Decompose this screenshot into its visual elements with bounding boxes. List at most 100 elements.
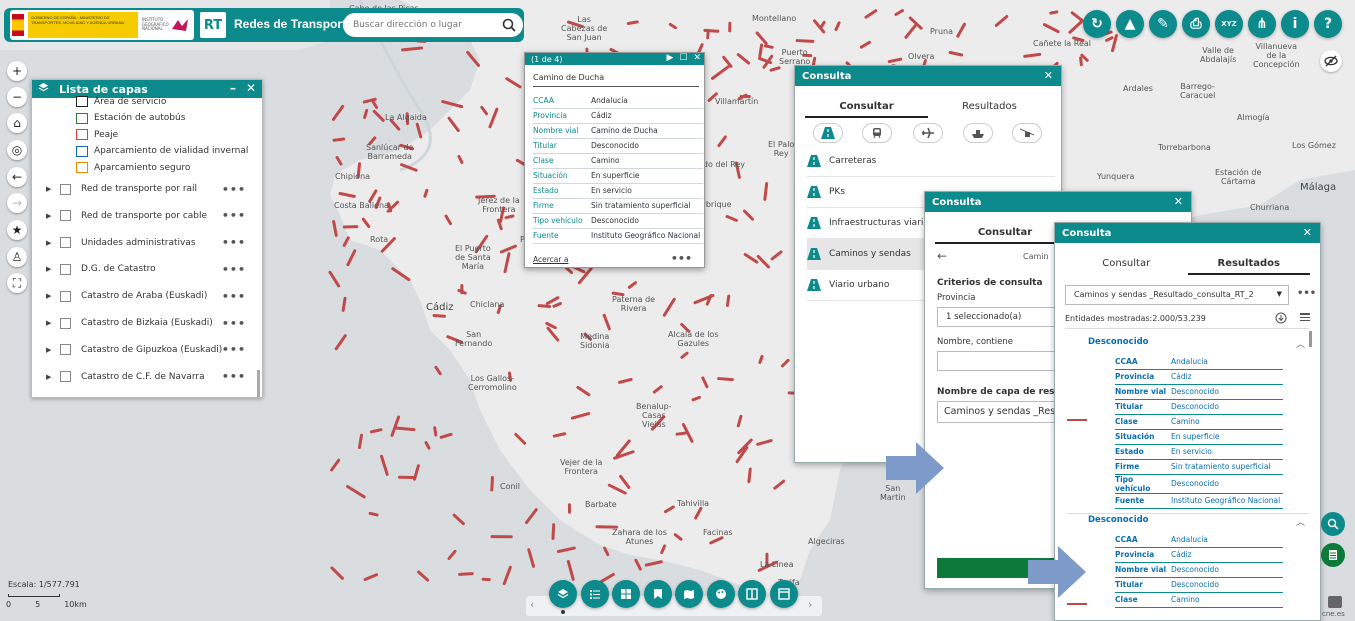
result-group[interactable]: Desconocido ︿ CCAA Andalucía Provincia Cádiz N… <box>1067 515 1309 608</box>
layer-checkbox[interactable] <box>60 237 71 249</box>
more-options-icon[interactable]: ••• <box>671 252 692 265</box>
tab-consultar[interactable]: Consultar <box>805 96 928 118</box>
hide-visibility-icon[interactable] <box>1320 50 1342 72</box>
expand-icon[interactable]: ▶ <box>46 346 54 354</box>
ship-category-icon[interactable] <box>963 123 993 143</box>
map-icon[interactable] <box>675 580 703 608</box>
layer-row[interactable]: ▶ Red de transporte por raíl ••• <box>46 180 258 198</box>
more-options-icon[interactable]: ••• <box>222 183 246 196</box>
road-category-icon[interactable] <box>813 123 843 143</box>
expand-icon[interactable]: ▶ <box>46 212 54 220</box>
help-icon[interactable]: ? <box>1314 10 1342 38</box>
layers-icon[interactable] <box>549 580 577 608</box>
warning-icon[interactable]: ▲ <box>1116 10 1144 38</box>
more-options-icon[interactable]: ••• <box>222 236 246 249</box>
rt-logo[interactable]: RT <box>198 10 228 40</box>
close-icon[interactable]: ✕ <box>1174 195 1183 208</box>
expand-icon[interactable]: ▶ <box>46 185 54 193</box>
layer-checkbox[interactable] <box>60 317 71 329</box>
info-icon[interactable]: i <box>1281 10 1309 38</box>
scrollbar[interactable] <box>1309 331 1312 347</box>
tab-resultados[interactable]: Resultados <box>928 96 1051 118</box>
list-icon[interactable] <box>580 580 609 608</box>
government-logo[interactable]: GOBIERNO DE ESPAÑA · MINISTERIO DE TRANS… <box>10 10 194 40</box>
zoom-in-icon[interactable]: + <box>7 61 27 81</box>
expand-icon[interactable]: ▶ <box>46 239 54 247</box>
scroll-right-icon[interactable]: › <box>808 598 812 611</box>
back-arrow-icon[interactable]: ← <box>937 249 947 263</box>
layer-checkbox[interactable] <box>60 210 71 222</box>
more-options-icon[interactable]: ••• <box>1297 288 1316 299</box>
plane-category-icon[interactable] <box>913 123 943 143</box>
category-row[interactable]: Carreteras <box>807 146 1055 177</box>
layer-row[interactable]: ▶ D.G. de Catastro ••• <box>46 260 258 278</box>
scrollbar[interactable] <box>257 370 260 397</box>
close-icon[interactable]: ✕ <box>1044 69 1053 82</box>
more-options-icon[interactable]: ••• <box>222 370 246 383</box>
attribution[interactable]: cne.es <box>1322 610 1345 618</box>
expand-icon[interactable]: ▶ <box>46 319 54 327</box>
minimize-icon[interactable]: – <box>230 81 236 95</box>
expand-icon[interactable]: ▶ <box>46 373 54 381</box>
chevron-up-icon[interactable]: ︿ <box>1296 515 1305 528</box>
more-options-icon[interactable]: ••• <box>222 317 246 330</box>
maximize-icon[interactable]: ☐ <box>679 53 687 63</box>
locate-icon[interactable]: ◎ <box>7 140 27 160</box>
expand-icon[interactable]: ▶ <box>46 292 54 300</box>
street-view-icon[interactable]: ♙ <box>7 247 27 267</box>
zoom-search-icon[interactable] <box>1321 512 1345 536</box>
pencil-icon[interactable]: ✎ <box>1149 10 1177 38</box>
train-category-icon[interactable] <box>862 123 892 143</box>
printer-icon[interactable]: ⎙ <box>1182 10 1210 38</box>
next-icon[interactable]: ▶ <box>666 53 673 63</box>
map-overview-icon[interactable] <box>1328 596 1342 608</box>
layer-checkbox[interactable] <box>60 183 71 195</box>
layer-checkbox[interactable] <box>60 290 71 302</box>
result-group[interactable]: Desconocido ︿ CCAA Andalucía Provincia Cádiz N… <box>1067 337 1309 514</box>
layer-checkbox[interactable] <box>60 371 71 383</box>
home-icon[interactable]: ⌂ <box>7 113 27 133</box>
bookmark-icon[interactable] <box>643 580 672 608</box>
spreadsheet-icon[interactable] <box>1321 543 1345 567</box>
compare-icon[interactable] <box>738 580 766 608</box>
window-icon[interactable] <box>769 580 798 608</box>
zoom-to-link[interactable]: Acercar a <box>533 255 568 264</box>
download-icon[interactable] <box>1275 312 1287 327</box>
fullscreen-icon[interactable]: ⛶ <box>7 273 27 293</box>
share-icon[interactable]: ⋔ <box>1248 10 1276 38</box>
favorite-icon[interactable]: ★ <box>7 220 27 240</box>
layer-checkbox[interactable] <box>60 263 71 275</box>
more-options-icon[interactable]: ••• <box>222 263 246 276</box>
close-icon[interactable]: ✕ <box>246 81 256 95</box>
more-options-icon[interactable]: ••• <box>222 290 246 303</box>
layer-row[interactable]: ▶ Catastro de Araba (Euskadi) ••• <box>46 287 258 305</box>
search-icon[interactable] <box>501 17 517 33</box>
layer-row[interactable]: ▶ Catastro de Bizkaia (Euskadi) ••• <box>46 314 258 332</box>
expand-icon[interactable]: ▶ <box>46 265 54 273</box>
scroll-left-icon[interactable]: ‹ <box>530 598 534 611</box>
search-box[interactable] <box>343 13 523 37</box>
compass-icon[interactable]: ↻ <box>1083 10 1111 38</box>
cableway-category-icon[interactable] <box>1012 123 1042 143</box>
close-icon[interactable]: ✕ <box>1303 226 1312 239</box>
close-icon[interactable]: ✕ <box>693 53 701 63</box>
table-view-icon[interactable] <box>1299 312 1311 327</box>
tab-resultados[interactable]: Resultados <box>1187 253 1310 275</box>
zoom-out-icon[interactable]: − <box>7 87 27 107</box>
result-layer-select[interactable]: Caminos y sendas _Resultado_consulta_RT_… <box>1065 285 1289 305</box>
palette-icon[interactable] <box>706 580 735 608</box>
layer-row[interactable]: ▶ Unidades administrativas ••• <box>46 234 258 252</box>
xyz-icon[interactable]: XYZ <box>1215 10 1243 38</box>
more-options-icon[interactable]: ••• <box>222 343 246 356</box>
layer-row[interactable]: ▶ Red de transporte por cable ••• <box>46 207 258 225</box>
grid-icon[interactable] <box>612 580 640 608</box>
layer-row[interactable]: ▶ Catastro de Gipuzkoa (Euskadi) ••• <box>46 341 258 359</box>
layer-row[interactable]: ▶ Catastro de C.F. de Navarra ••• <box>46 368 258 386</box>
tab-consultar[interactable]: Consultar <box>1065 253 1188 275</box>
forward-icon[interactable]: → <box>7 193 27 213</box>
chevron-up-icon[interactable]: ︿ <box>1296 337 1305 350</box>
back-icon[interactable]: ← <box>7 167 27 187</box>
more-options-icon[interactable]: ••• <box>222 209 246 222</box>
search-input[interactable] <box>353 20 493 30</box>
layer-checkbox[interactable] <box>60 344 71 356</box>
